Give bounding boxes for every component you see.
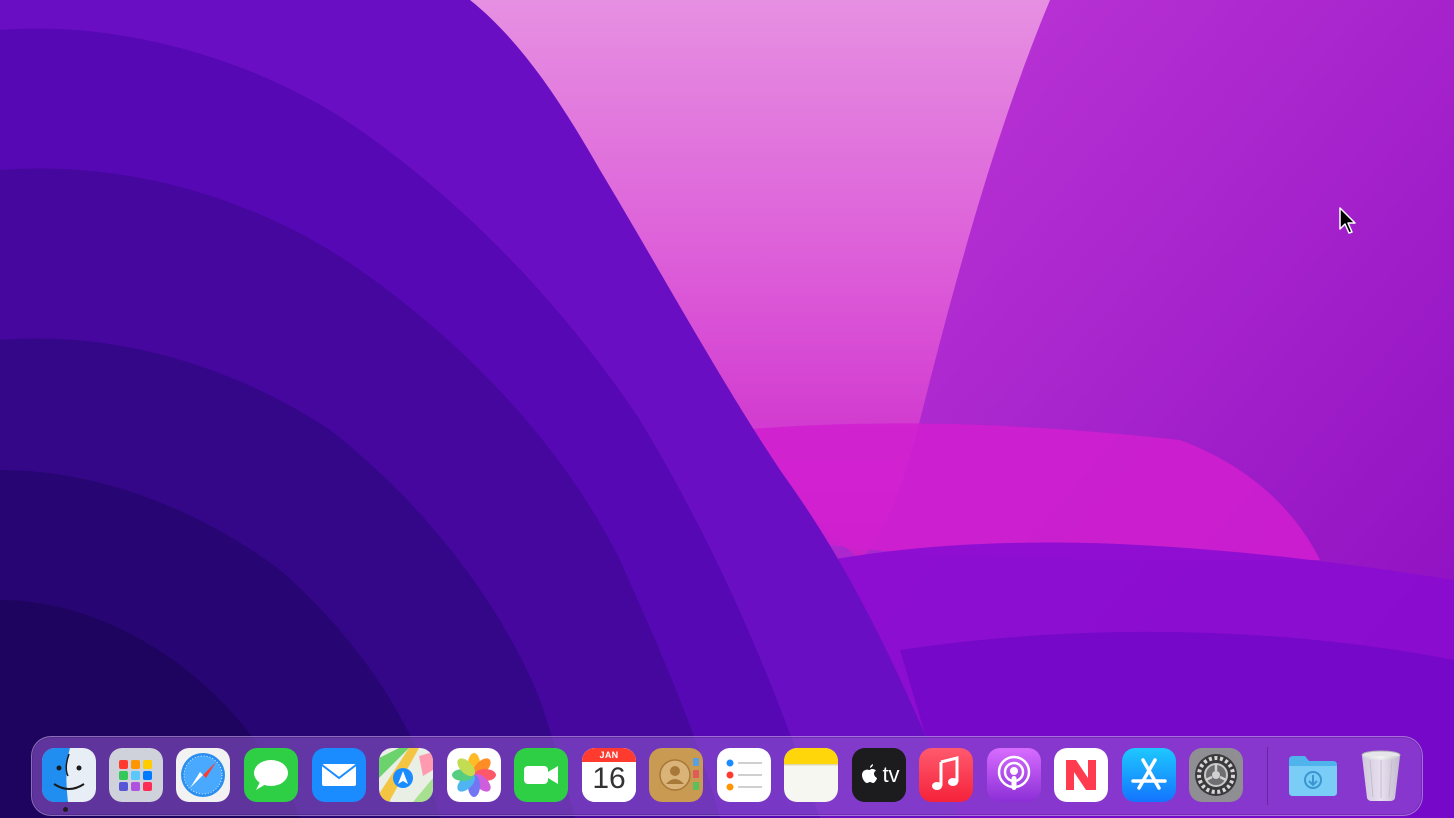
dock-item-launchpad[interactable] [109, 748, 163, 802]
dock-item-music[interactable] [919, 748, 973, 802]
mail-icon [312, 748, 366, 802]
launchpad-icon [109, 748, 163, 802]
notes-icon [784, 748, 838, 802]
dock-item-facetime[interactable] [514, 748, 568, 802]
system-preferences-icon [1189, 748, 1243, 802]
mouse-pointer-icon [1338, 207, 1358, 235]
dock-item-contacts[interactable] [649, 748, 703, 802]
photos-icon [447, 748, 501, 802]
dock-item-calendar[interactable]: JAN 16 [582, 748, 636, 802]
dock-item-finder[interactable] [42, 748, 96, 802]
wallpaper-graphic [0, 0, 1454, 818]
dock-item-podcasts[interactable] [987, 748, 1041, 802]
calendar-month: JAN [599, 750, 619, 760]
trash-icon [1361, 750, 1401, 801]
dock-item-trash[interactable] [1354, 748, 1408, 802]
maps-icon [379, 748, 433, 802]
dock-item-news[interactable] [1054, 748, 1108, 802]
dock-item-mail[interactable] [312, 748, 366, 802]
reminders-icon [717, 748, 771, 802]
dock-item-safari[interactable] [176, 748, 230, 802]
podcasts-icon [987, 748, 1041, 802]
dock-item-notes[interactable] [784, 748, 838, 802]
contacts-icon [649, 748, 703, 802]
facetime-icon [514, 748, 568, 802]
dock-item-photos[interactable] [447, 748, 501, 802]
dock-item-reminders[interactable] [717, 748, 771, 802]
dock-item-apple-tv[interactable]: tv [852, 748, 906, 802]
dock-item-downloads[interactable] [1285, 748, 1339, 802]
apple-tv-label: tv [882, 762, 900, 787]
finder-running-indicator [63, 807, 68, 812]
finder-icon [42, 748, 96, 802]
dock-item-maps[interactable] [379, 748, 433, 802]
dock-separator [1267, 747, 1268, 805]
dock: JAN 16 tv [31, 736, 1423, 816]
messages-icon [244, 748, 298, 802]
desktop-wallpaper [0, 0, 1454, 818]
music-icon [919, 748, 973, 802]
downloads-folder-icon [1289, 756, 1337, 796]
dock-item-messages[interactable] [244, 748, 298, 802]
safari-icon [176, 748, 230, 802]
dock-item-app-store[interactable] [1122, 748, 1176, 802]
calendar-day: 16 [592, 762, 626, 795]
app-store-icon [1122, 748, 1176, 802]
dock-item-system-preferences[interactable] [1189, 748, 1243, 802]
news-icon [1054, 748, 1108, 802]
